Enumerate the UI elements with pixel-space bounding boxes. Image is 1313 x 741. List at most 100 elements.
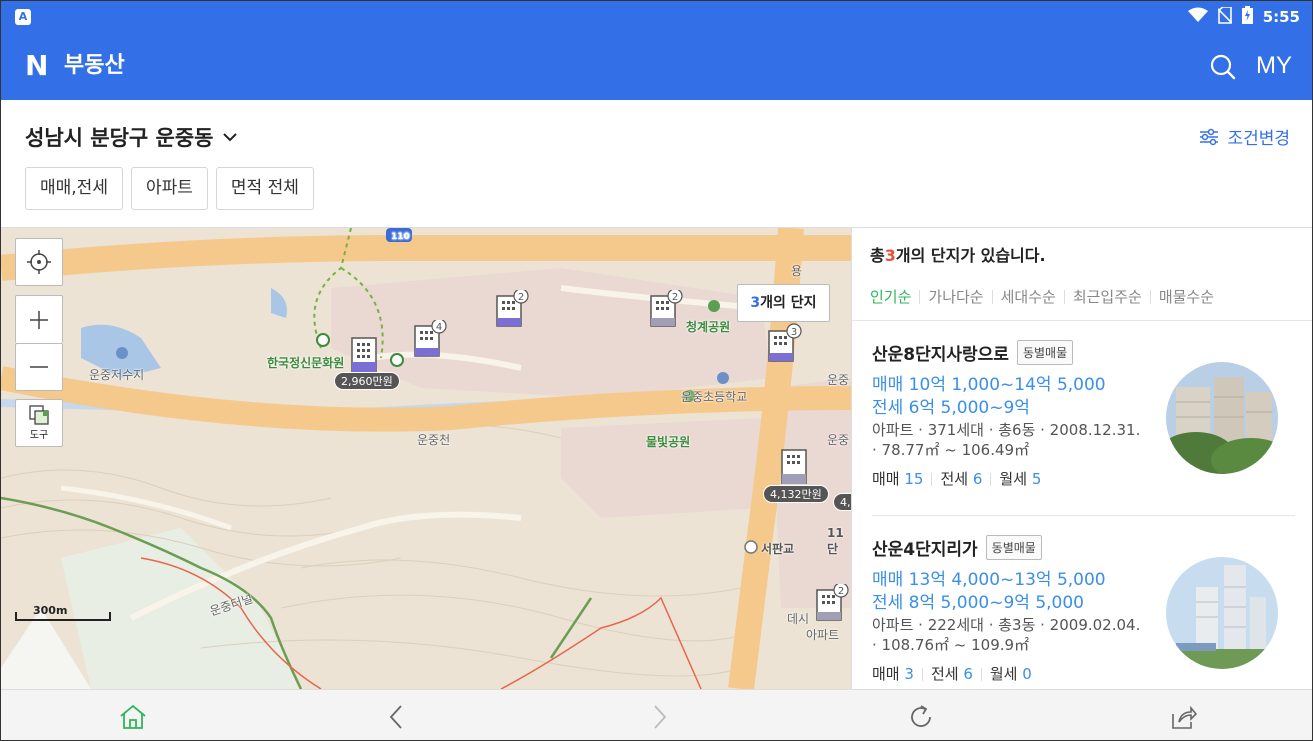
marker-count: 2 xyxy=(672,292,678,303)
complex-meta-line2: · 78.77㎡ ~ 106.49㎡ xyxy=(872,441,1030,459)
map-label-unjung-2: 운중 xyxy=(827,433,850,447)
chip-trade-type[interactable]: 매매,전세 xyxy=(25,167,123,210)
complex-list-item[interactable]: 산운4단지리가 동별매물 매매 13억 4,000~13억 5,000 전세 8… xyxy=(872,535,1294,689)
map-label-apt: 아파트 xyxy=(806,628,840,642)
map-label-11dan: 11단 xyxy=(827,526,844,556)
sale-price-range: 매매 10억 1,000~14억 5,000 xyxy=(872,375,1106,395)
condition-change-label: 조건변경 xyxy=(1227,129,1290,149)
complex-list-item[interactable]: 산운8단지사랑으로 동별매물 매매 10억 1,000~14억 5,000 전세… xyxy=(872,340,1294,530)
sale-price-range: 매매 13억 4,000~13억 5,000 xyxy=(872,570,1106,590)
minus-icon xyxy=(30,366,48,368)
complex-count-tooltip[interactable]: 3개의 단지 xyxy=(737,284,830,322)
building-listings-badge[interactable]: 동별매물 xyxy=(985,535,1042,560)
location-label: 성남시 분당구 운중동 xyxy=(25,126,214,150)
building-icon: 4 xyxy=(414,318,447,357)
filter-chips: 매매,전세 아파트 면적 전체 xyxy=(25,167,314,210)
apartment-marker[interactable]: 2 xyxy=(649,288,683,327)
apartment-marker[interactable] xyxy=(349,336,379,373)
app-title: 부동산 xyxy=(64,53,125,78)
condition-change-button[interactable]: 조건변경 xyxy=(1199,124,1290,149)
map-view[interactable]: 110 한국정신문화원 운중저수지 운중천 청계공원 운중초등학교 물빛공원 서… xyxy=(1,228,851,689)
monthly-count: 0 xyxy=(1022,665,1032,683)
sort-tab-households[interactable]: 세대수순 xyxy=(991,290,1064,305)
apartment-marker[interactable] xyxy=(779,448,809,485)
map-label-desi: 데시 xyxy=(787,612,810,626)
map-label-school: 운중초등학교 xyxy=(681,390,748,404)
panel-title-suffix: 개의 단지가 있습니다. xyxy=(895,246,1046,265)
price-tag[interactable]: 4,132만원 xyxy=(763,485,829,503)
chip-area[interactable]: 면적 전체 xyxy=(215,167,314,210)
map-label-yong: 용 xyxy=(791,264,803,278)
marker-count: 3 xyxy=(791,327,797,338)
listing-counts: 매매 3 전세 6 월세 0 xyxy=(872,665,1040,683)
panel-title: 총3개의 단지가 있습니다. xyxy=(870,242,1046,266)
divider xyxy=(872,515,1295,516)
current-location-button[interactable] xyxy=(15,238,63,286)
price-tag[interactable]: 4, xyxy=(833,493,851,511)
map-label-stream: 운중천 xyxy=(417,433,451,447)
sale-count: 3 xyxy=(904,665,914,683)
sort-tab-alphabetical[interactable]: 가나다순 xyxy=(919,290,991,305)
share-icon[interactable] xyxy=(1168,702,1198,732)
zoom-in-button[interactable] xyxy=(15,295,63,343)
building-icon xyxy=(781,449,807,485)
jeonse-count-label: 전세 xyxy=(930,665,959,683)
home-icon[interactable] xyxy=(118,702,148,732)
refresh-icon[interactable] xyxy=(906,702,936,732)
map-tools-button[interactable]: 도구 xyxy=(15,399,63,447)
complex-name-row: 산운4단지리가 동별매물 xyxy=(872,535,1042,560)
sort-tabs: 인기순 가나다순 세대수순 최근입주순 매물수순 xyxy=(870,290,1222,305)
apartment-marker[interactable]: 2 xyxy=(815,582,849,621)
jeonse-count: 6 xyxy=(963,665,973,683)
clock-time: 5:55 xyxy=(1262,8,1300,26)
sort-tab-popular[interactable]: 인기순 xyxy=(870,290,919,305)
my-button[interactable]: MY xyxy=(1256,52,1292,80)
marker-count: 2 xyxy=(838,586,844,597)
jeonse-price-range: 전세 8억 5,000~9억 5,000 xyxy=(872,593,1084,613)
app-window: A 5:55 N 부동산 MY 성남시 분당구 운중동 조건변경 매매,전세 아… xyxy=(0,0,1313,741)
bottom-navigation xyxy=(1,689,1312,740)
filter-sliders-icon xyxy=(1200,128,1219,145)
building-icon xyxy=(351,337,377,373)
apartment-marker[interactable]: 2 xyxy=(495,288,529,327)
chevron-down-icon xyxy=(222,133,237,142)
complex-thumbnail[interactable] xyxy=(1166,362,1278,474)
sale-count: 15 xyxy=(904,470,924,488)
monthly-count: 5 xyxy=(1031,470,1042,488)
battery-charging-icon xyxy=(1241,6,1253,28)
map-base-layer xyxy=(1,228,851,689)
sale-count-label: 매매 xyxy=(872,470,900,488)
monthly-count-label: 월세 xyxy=(989,665,1018,683)
wifi-icon xyxy=(1187,7,1208,27)
plus-icon xyxy=(30,310,48,329)
search-icon[interactable] xyxy=(1208,52,1238,82)
apartment-marker[interactable]: 4 xyxy=(413,318,447,357)
back-icon[interactable] xyxy=(382,702,412,732)
complex-name: 산운4단지리가 xyxy=(872,540,978,560)
sale-count-label: 매매 xyxy=(872,665,900,683)
jeonse-price-range: 전세 6억 5,000~9억 xyxy=(872,398,1030,418)
tooltip-suffix: 개의 단지 xyxy=(760,295,817,311)
status-bar: A 5:55 xyxy=(1,1,1312,34)
monthly-count-label: 월세 xyxy=(999,470,1028,488)
complex-name: 산운8단지사랑으로 xyxy=(872,345,1009,365)
layers-icon xyxy=(29,405,49,425)
complex-meta-line2: · 108.76㎡ ~ 109.9㎡ xyxy=(872,636,1030,654)
complex-thumbnail[interactable] xyxy=(1166,557,1278,669)
complex-meta: 아파트 · 371세대 · 총6동 · 2008.12.31. · 78.77㎡… xyxy=(872,420,1152,460)
naver-logo[interactable]: N xyxy=(25,52,53,80)
building-listings-badge[interactable]: 동별매물 xyxy=(1016,340,1074,365)
sort-tab-listings[interactable]: 매물수순 xyxy=(1149,290,1222,305)
building-icon: 3 xyxy=(768,323,802,362)
chip-property-type[interactable]: 아파트 xyxy=(130,167,208,210)
zoom-out-button[interactable] xyxy=(15,343,63,391)
sort-tab-recent[interactable]: 최근입주순 xyxy=(1063,290,1150,305)
map-tools-label: 도구 xyxy=(29,430,49,441)
apartment-marker-selected[interactable]: 3 xyxy=(767,323,802,362)
forward-icon[interactable] xyxy=(644,702,674,732)
no-sim-icon xyxy=(1217,5,1233,28)
location-selector[interactable]: 성남시 분당구 운중동 xyxy=(25,122,238,152)
marker-count: 4 xyxy=(436,322,442,333)
price-tag[interactable]: 2,960만원 xyxy=(334,372,400,390)
notification-a-icon: A xyxy=(15,9,31,25)
